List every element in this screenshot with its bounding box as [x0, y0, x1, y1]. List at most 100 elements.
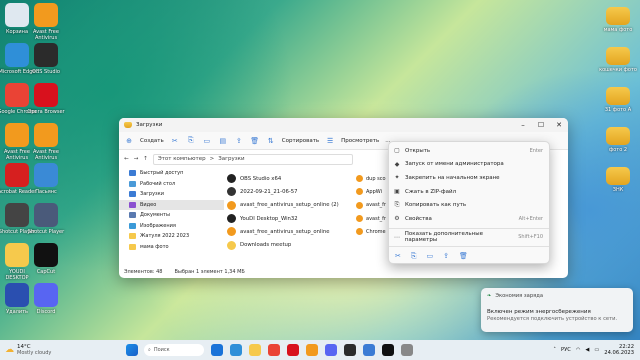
cloud-icon: ☁ [5, 345, 14, 355]
volume-icon[interactable]: ◀ [585, 347, 589, 353]
item-count: Элементов: 48 [124, 269, 163, 275]
context-item[interactable]: ▢ Открыть Enter [389, 144, 549, 158]
nav-item[interactable]: Загрузки [119, 189, 224, 200]
nav-item[interactable]: мама фото [119, 242, 224, 253]
context-item[interactable]: ◆ Запуск от имени администратора [389, 158, 549, 172]
desktop-folder[interactable]: мама фото [598, 3, 638, 33]
taskbar-app-icon[interactable] [248, 344, 261, 356]
taskbar-app-icon[interactable] [210, 344, 223, 356]
create-button[interactable]: Создать [140, 138, 164, 144]
file-item[interactable]: YouDI Desktop_Win32 [227, 212, 352, 225]
paste-icon[interactable]: ▭ [202, 137, 212, 145]
nav-item[interactable]: Видео [119, 199, 224, 210]
desktop-shortcut-label: Avast Free Antivirus [33, 149, 59, 161]
file-item[interactable]: avast_free_antivirus_setup_online [227, 225, 352, 238]
weather-widget[interactable]: ☁ 14°C Mostly cloudy [0, 344, 110, 356]
desktop-folder[interactable]: ЗНК [598, 163, 638, 193]
desktop-folder[interactable]: кошечки фото [598, 43, 638, 73]
desktop-shortcut[interactable]: Opera Browser [26, 83, 66, 115]
file-item[interactable]: avast_fr [356, 199, 392, 212]
context-item[interactable]: ⚙ Свойства Alt+Enter [389, 212, 549, 226]
status-bar: Элементов: 48 Выбран 1 элемент 1,34 МБ [119, 266, 568, 278]
desktop-shortcut[interactable]: Discord [26, 283, 66, 315]
nav-item-label: Документы [140, 212, 170, 219]
view-button[interactable]: Просмотреть [341, 138, 379, 144]
clock[interactable]: 22:22 24.06.2023 [604, 344, 634, 356]
nav-item-label: Изображения [140, 222, 176, 229]
nav-item[interactable]: Рабочий стол [119, 179, 224, 190]
context-item-shortcut: Enter [529, 147, 543, 154]
copy-icon[interactable]: ⎘ [411, 252, 417, 261]
taskbar-app-icon[interactable] [286, 344, 299, 356]
close-icon[interactable]: ✕ [550, 121, 568, 129]
desktop-folder[interactable]: фото 2 [598, 123, 638, 153]
taskbar-app-icon[interactable] [267, 344, 280, 356]
desktop-shortcut[interactable]: Avast Free Antivirus [26, 3, 66, 41]
language-indicator[interactable]: РУС [561, 347, 571, 353]
desktop-shortcut[interactable]: Avast Free Antivirus [26, 123, 66, 161]
file-item[interactable]: AppWi [356, 185, 392, 198]
context-item-label: Открыть [405, 147, 431, 154]
desktop-shortcut[interactable]: CapCut [26, 243, 66, 275]
taskbar-app-icon[interactable] [362, 344, 375, 356]
file-item[interactable]: Downloads meetup [227, 238, 352, 251]
desktop-folder[interactable]: 31 фото А [598, 83, 638, 113]
address-bar[interactable]: Этот компьютер > Загрузки [152, 153, 353, 165]
taskbar-app-icon[interactable] [381, 344, 394, 356]
taskbar-app-icon[interactable] [305, 344, 318, 356]
up-icon[interactable]: ↑ [143, 156, 148, 162]
nav-item-icon [129, 201, 136, 208]
nav-item[interactable]: Быстрый доступ [119, 168, 224, 179]
app-icon [34, 203, 58, 227]
forward-icon[interactable]: → [134, 156, 139, 162]
share-icon[interactable]: ⇪ [234, 137, 244, 145]
search-box[interactable]: ⌕ Поиск [144, 344, 204, 356]
file-item[interactable]: dup sco [356, 172, 392, 185]
context-item[interactable]: ✦ Закрепить на начальном экране [389, 171, 549, 185]
file-item[interactable]: OBS Studio x64 [227, 172, 352, 185]
file-item[interactable]: avast_free_antivirus_setup_online (2) [227, 199, 352, 212]
taskbar-app-icon[interactable] [324, 344, 337, 356]
battery-icon[interactable]: ▭ [594, 347, 599, 353]
cut-icon[interactable]: ✂ [170, 137, 180, 145]
wifi-icon[interactable]: ◠ [576, 347, 581, 353]
taskbar-app-icon[interactable] [343, 344, 356, 356]
nav-item[interactable]: Документы [119, 210, 224, 221]
rename-icon[interactable]: ▤ [218, 137, 228, 145]
context-item-label: Показать дополнительные параметры [404, 231, 483, 244]
context-item-more-options[interactable]: ⋯ Показать дополнительные параметры Shif… [389, 231, 549, 245]
nav-item[interactable]: Жатуля 2022 2023 [119, 231, 224, 242]
address-part-downloads[interactable]: Загрузки [218, 156, 244, 162]
file-name: avast_fr [366, 202, 386, 209]
desktop-shortcut[interactable]: OBS Studio [26, 43, 66, 75]
nav-item[interactable]: Изображения [119, 221, 224, 232]
back-icon[interactable]: ← [124, 156, 129, 162]
rename-icon[interactable]: ▭ [426, 252, 433, 260]
share-icon[interactable]: ⇪ [443, 252, 449, 260]
desktop-folder-label: мама фото [603, 27, 633, 33]
taskbar-app-icon[interactable] [229, 344, 242, 356]
maximize-icon[interactable]: ☐ [532, 121, 550, 129]
context-item[interactable]: ▣ Сжать в ZIP-файл [389, 185, 549, 199]
file-item[interactable]: Chrome [356, 225, 392, 238]
context-item[interactable]: ⎘ Копировать как путь [389, 198, 549, 212]
copy-icon[interactable]: ⎘ [186, 136, 196, 145]
file-item[interactable]: 2022-09-21_21-06-57 [227, 185, 352, 198]
nav-item-icon [129, 243, 136, 250]
sort-button[interactable]: Сортировать [282, 138, 319, 144]
notification-toast[interactable]: ❧ Экономия заряда Включен режим энергосбе… [481, 288, 633, 332]
taskbar-app-icon[interactable] [400, 344, 413, 356]
nav-item-label: Быстрый доступ [140, 170, 184, 177]
desktop-shortcut[interactable]: Shotcut Player [26, 203, 66, 235]
cut-icon[interactable]: ✂ [395, 252, 401, 260]
chevron-up-icon[interactable]: ˄ [553, 347, 556, 353]
minimize-icon[interactable]: – [514, 121, 532, 129]
start-button[interactable] [125, 344, 138, 356]
delete-icon[interactable]: 🗑 [250, 137, 260, 145]
address-part-pc[interactable]: Этот компьютер [158, 156, 206, 162]
nav-item-label: мама фото [140, 243, 169, 250]
file-item[interactable]: avast_fr [356, 212, 392, 225]
context-item-icon: ⚙ [394, 215, 400, 223]
delete-icon[interactable]: 🗑 [459, 252, 468, 260]
desktop-shortcut[interactable]: Пасьянс [26, 163, 66, 195]
